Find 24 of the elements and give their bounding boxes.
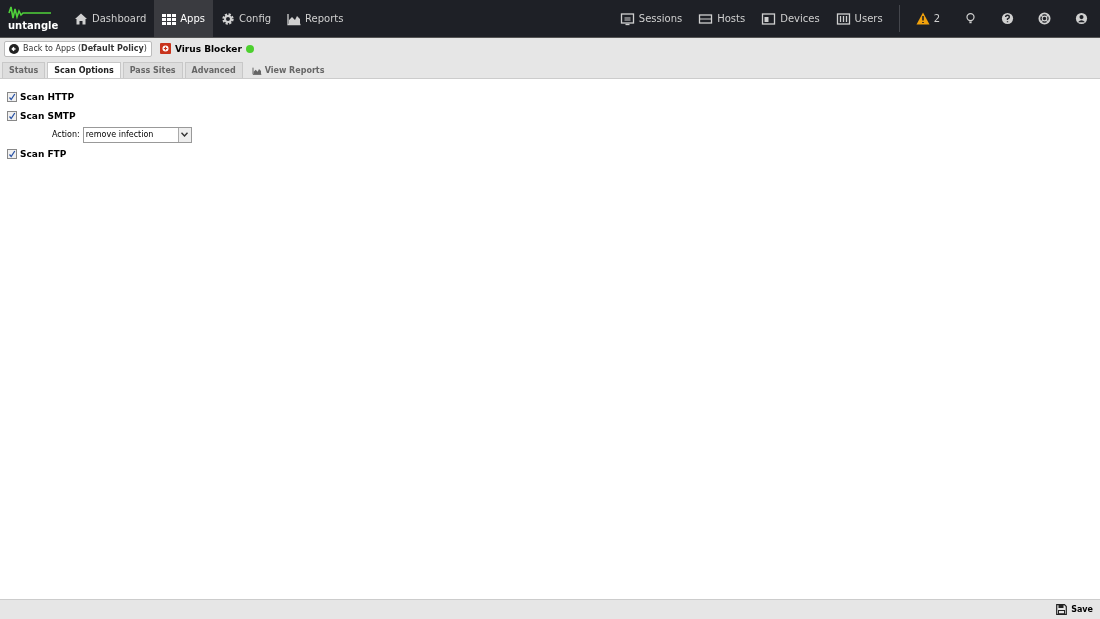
nav-link[interactable]: Users [827,0,891,37]
nav-tab[interactable]: Config [213,0,280,37]
save-button[interactable]: Save [1056,604,1093,615]
alerts-button[interactable]: 2 [907,0,952,37]
field-label: Action: [52,130,80,139]
tab[interactable]: Status [2,62,46,78]
nav-link[interactable]: Devices [753,0,828,37]
checkbox-label: Scan SMTP [20,110,76,121]
nav-tab[interactable]: Apps [154,0,213,37]
checkbox-label: Scan FTP [20,148,67,159]
nav-tab[interactable]: Reports [279,0,352,37]
tab[interactable]: Pass Sites [122,62,183,78]
nav-tab[interactable]: Dashboard [66,0,155,37]
back-button[interactable]: Back to Apps (Default Policy) [4,40,152,57]
nav-link[interactable]: Hosts [690,0,754,37]
nav-link[interactable]: Sessions [611,0,691,37]
tab[interactable]: Advanced [184,62,243,78]
action-dropdown[interactable]: remove infection [82,126,192,143]
logo-text: untangle [8,21,59,31]
logo[interactable]: untangle [8,0,60,37]
checkbox-label: Scan HTTP [20,91,75,102]
app-title: Virus Blocker [174,43,242,54]
tab[interactable]: Scan Options [47,62,121,78]
reports-link[interactable]: View Reports [244,62,332,78]
